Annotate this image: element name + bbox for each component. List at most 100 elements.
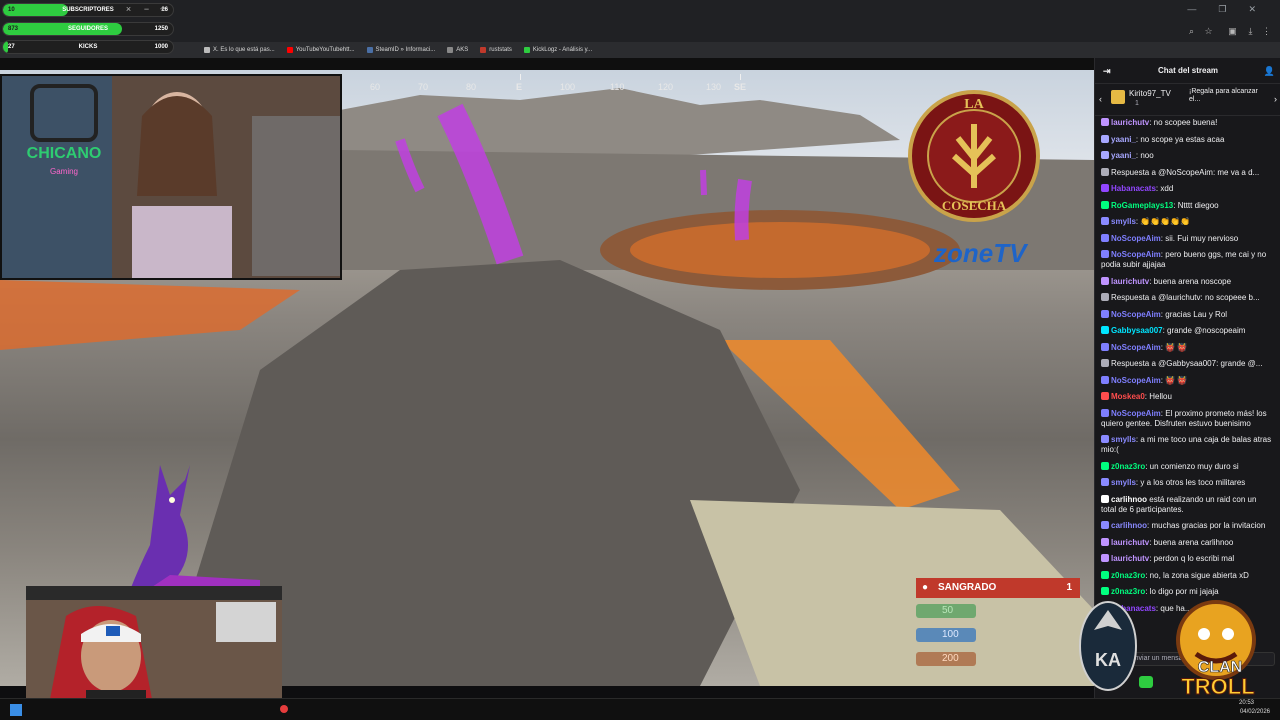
chat-username[interactable]: smylls	[1111, 435, 1136, 444]
bookmark-item[interactable]: KickLogz - Análisis y...	[523, 47, 592, 53]
purple-smoke-4	[700, 169, 707, 196]
plate-100: 100	[916, 628, 976, 642]
chevron-left-icon[interactable]: ‹	[1099, 94, 1102, 104]
badge-icon	[1101, 461, 1109, 470]
chat-username[interactable]: NoScopeAim	[1111, 343, 1161, 352]
menu-icon[interactable]: ⋮	[1262, 27, 1271, 36]
webcam-1-scene: CHICANO Gaming	[2, 76, 340, 278]
minimize-icon[interactable]: —	[1187, 4, 1196, 15]
chat-message: z0naz3ro: un comienzo muy duro si	[1101, 461, 1273, 472]
badge-icon	[1101, 375, 1109, 384]
svg-text:TROLL: TROLL	[1181, 674, 1254, 698]
extensions-icon[interactable]: ▣	[1228, 27, 1237, 36]
chat-text: : buena arena carlihnoo	[1149, 537, 1234, 547]
chat-message: laurichutv: perdon q lo escribi mal	[1101, 554, 1273, 564]
chat-message: NoScopeAim: gracias Lau y Rol	[1101, 309, 1273, 320]
bookmark-item[interactable]: SteamID » Informaci...	[366, 47, 435, 53]
svg-text:Gaming: Gaming	[50, 167, 78, 176]
svg-text:LA: LA	[964, 97, 984, 112]
user-list-icon[interactable]: 👤	[1264, 58, 1275, 84]
chat-message: smylls: a mi me toco una caja de balas a…	[1101, 435, 1273, 455]
chat-username[interactable]: laurichutv	[1111, 118, 1149, 127]
bookmark-item[interactable]: ruststats	[480, 47, 512, 53]
chat-username[interactable]: z0naz3ro	[1111, 587, 1145, 596]
close-window-icon[interactable]: ✕	[1248, 4, 1256, 15]
kicks-counter: 27 KICKS 1000	[2, 40, 174, 54]
chat-text: : Ntttt diegoo	[1173, 200, 1219, 210]
chat-username[interactable]: carlihnoo	[1111, 521, 1147, 530]
chat-username[interactable]: laurichutv	[1111, 277, 1149, 286]
chat-username[interactable]: z0naz3ro	[1111, 571, 1145, 580]
bookmark-item[interactable]: X. Es lo que está pas...	[204, 47, 275, 53]
app-icon[interactable]	[280, 705, 288, 713]
chevron-right-icon[interactable]: ›	[1274, 94, 1277, 104]
folder-icon	[447, 47, 454, 53]
minus-icon[interactable]: −	[142, 5, 151, 14]
blood-icon: ●	[922, 582, 929, 593]
lava-left	[0, 280, 300, 350]
chat-username[interactable]: Gabbysaa007	[1111, 326, 1163, 335]
chat-message: NoScopeAim: pero bueno ggs, me cai y no …	[1101, 250, 1273, 270]
plate-200: 200	[916, 652, 976, 666]
pinned-gift-banner[interactable]: ‹ Kirito97_TV 1 ¡Regala para alcanzar el…	[1095, 84, 1280, 116]
chat-username[interactable]: laurichutv	[1111, 554, 1149, 563]
webcam-streamer-1: CHICANO Gaming	[0, 74, 342, 280]
chat-text: : xdd	[1155, 184, 1174, 193]
pinned-text: ¡Regala para alcanzar el...	[1189, 88, 1258, 103]
chat-username[interactable]: laurichutv	[1111, 538, 1149, 547]
chat-username[interactable]: smylls	[1111, 217, 1136, 226]
chat-username[interactable]: yaani_	[1111, 151, 1136, 160]
chat-message: laurichutv: buena arena noscope	[1101, 276, 1273, 287]
windows-taskbar: 20:53 04/02/2026	[0, 698, 1280, 720]
close-tab-icon[interactable]: ×	[124, 5, 133, 14]
star-icon[interactable]: ☆	[1204, 27, 1213, 36]
chat-username[interactable]: NoScopeAim	[1111, 250, 1161, 259]
youtube-icon	[286, 47, 293, 53]
chat-message: NoScopeAim: sii. Fui muy nervioso	[1101, 233, 1273, 244]
badge-icon	[1101, 309, 1109, 318]
chat-username[interactable]: z0naz3ro	[1111, 462, 1145, 471]
bookmark-item[interactable]: AKS	[447, 47, 468, 53]
chat-text: : gracias Lau y Rol	[1160, 309, 1228, 319]
collapse-icon[interactable]: ⇥	[1103, 58, 1111, 84]
chat-message: smylls: y a los otros les toco militares	[1101, 478, 1273, 488]
badge-icon	[1101, 554, 1109, 562]
chat-username[interactable]: NoScopeAim	[1111, 409, 1161, 418]
svg-text:COSECHA: COSECHA	[942, 198, 1007, 213]
chat-username[interactable]: yaani_	[1111, 135, 1136, 144]
bookmark-label: YouTubeYouTubehtt...	[295, 47, 355, 53]
zoom-icon[interactable]: ⌕	[1187, 27, 1196, 36]
chat-message: z0naz3ro: no, la zona sigue abierta xD	[1101, 570, 1273, 581]
bookmark-item[interactable]: YouTubeYouTubehtt...	[286, 47, 355, 53]
chat-text: : noo	[1135, 151, 1154, 160]
badge-icon	[1101, 151, 1109, 159]
compass-mark: 100	[560, 82, 576, 92]
chat-username[interactable]: carlihnoo	[1111, 495, 1147, 504]
maximize-icon[interactable]: ❐	[1218, 4, 1226, 15]
chat-text: : no scopee buena!	[1149, 118, 1218, 127]
badge-icon	[1101, 359, 1109, 367]
plus-icon[interactable]: +	[158, 5, 167, 14]
badge-icon	[1101, 478, 1109, 486]
arena-spokes	[630, 222, 930, 278]
chat-username[interactable]: NoScopeAim	[1111, 310, 1161, 319]
chat-message: NoScopeAim: El proximo prometo más! los …	[1101, 408, 1273, 429]
badge-icon	[1101, 217, 1109, 225]
chat-username[interactable]: RoGameplays13	[1111, 201, 1173, 210]
badge-icon	[1101, 200, 1109, 209]
chat-username[interactable]: smylls	[1111, 478, 1136, 487]
chat-username[interactable]: NoScopeAim	[1111, 376, 1161, 385]
badge-icon	[1101, 134, 1109, 143]
steam-icon	[366, 47, 373, 53]
chat-message: Gabbysaa007: grande @noscopeaim	[1101, 326, 1273, 336]
windows-start-icon[interactable]	[10, 704, 22, 716]
chat-message: NoScopeAim: 👹 👹	[1101, 342, 1273, 353]
download-icon[interactable]: ⤓	[1246, 27, 1255, 36]
chat-username[interactable]: Habanacats	[1111, 184, 1156, 193]
badge-icon	[1101, 250, 1109, 258]
chat-username[interactable]: NoScopeAim	[1111, 234, 1161, 243]
svg-text:KA: KA	[1095, 650, 1121, 670]
chat-username[interactable]: Moskea0	[1111, 392, 1145, 401]
compass-mark: 60	[370, 82, 381, 92]
points-button[interactable]	[1139, 676, 1153, 688]
